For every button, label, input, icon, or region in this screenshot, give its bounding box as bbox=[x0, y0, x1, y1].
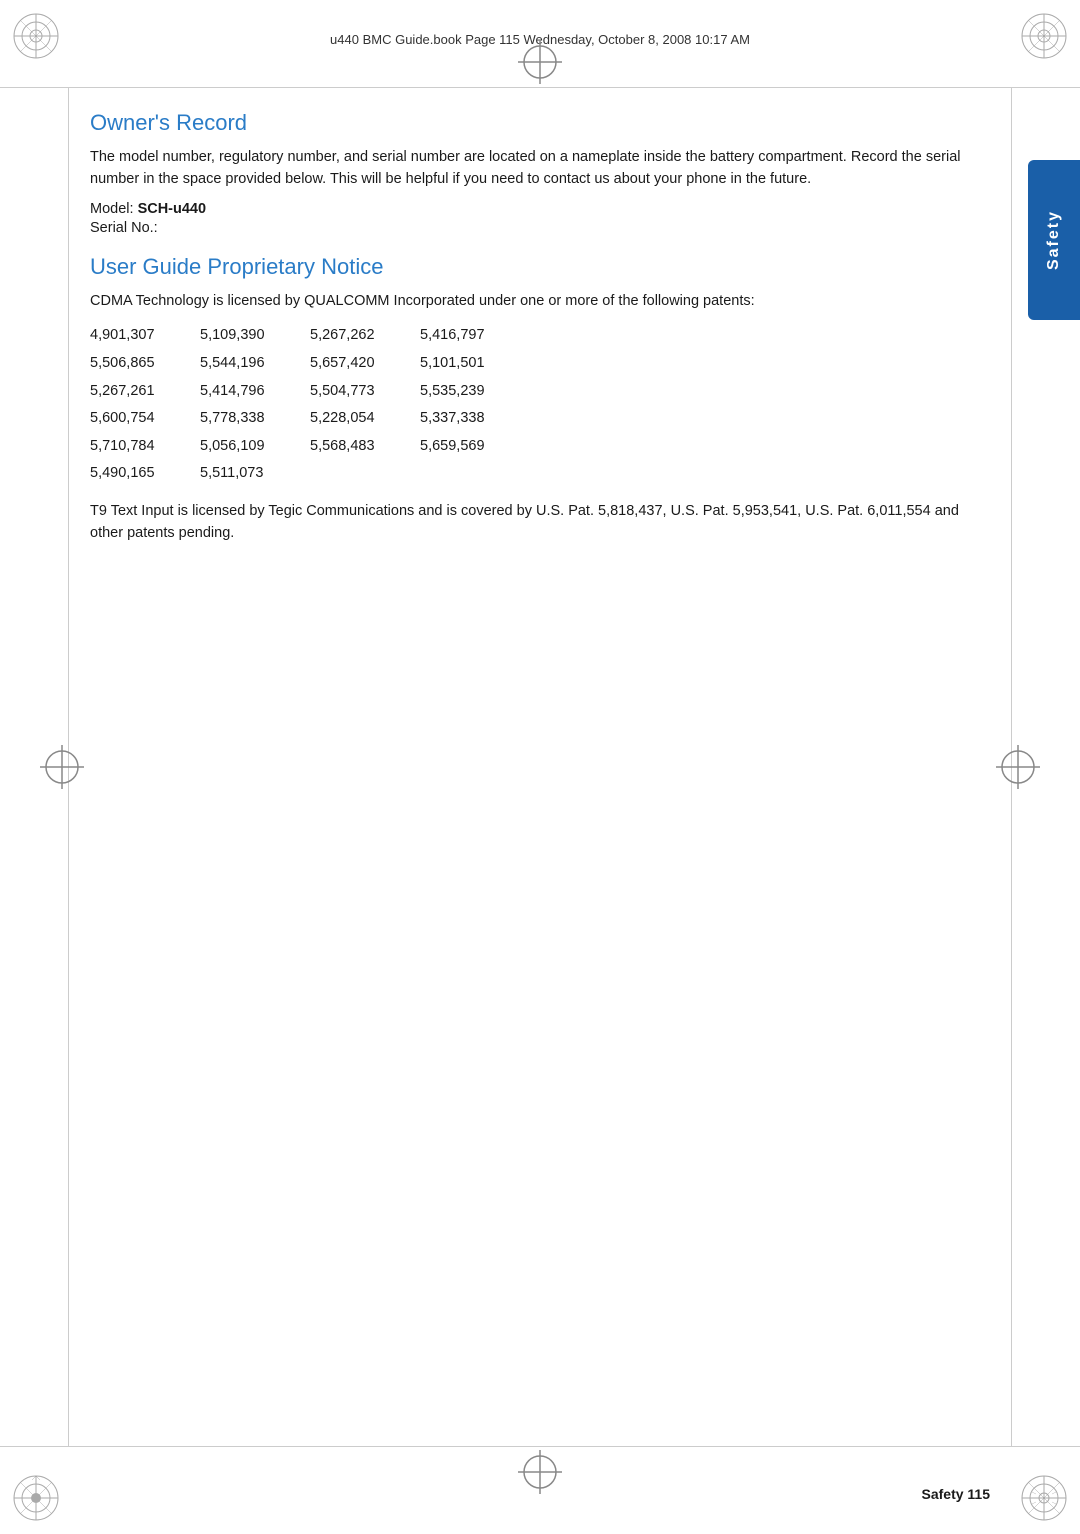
patent-cell: 5,544,196 bbox=[200, 350, 310, 378]
patent-cell: 5,228,054 bbox=[310, 405, 420, 433]
corner-decoration-br bbox=[1018, 1472, 1070, 1524]
patent-row-5: 5,710,784 5,056,109 5,568,483 5,659,569 bbox=[90, 433, 990, 461]
t9-text: T9 Text Input is licensed by Tegic Commu… bbox=[90, 500, 990, 545]
patent-cell: 5,490,165 bbox=[90, 460, 200, 488]
model-line: Model: SCH-u440 bbox=[90, 201, 990, 217]
patent-cell: 5,337,338 bbox=[420, 405, 530, 433]
patent-row-2: 5,506,865 5,544,196 5,657,420 5,101,501 bbox=[90, 350, 990, 378]
user-guide-title: User Guide Proprietary Notice bbox=[90, 254, 990, 280]
main-content: Owner's Record The model number, regulat… bbox=[90, 110, 990, 545]
patent-cell: 5,504,773 bbox=[310, 378, 420, 406]
owners-record-body: The model number, regulatory number, and… bbox=[90, 146, 990, 191]
patent-row-4: 5,600,754 5,778,338 5,228,054 5,337,338 bbox=[90, 405, 990, 433]
patent-cell: 5,511,073 bbox=[200, 460, 310, 488]
serial-line: Serial No.: bbox=[90, 220, 990, 236]
patent-cell: 5,659,569 bbox=[420, 433, 530, 461]
patent-cell: 5,267,261 bbox=[90, 378, 200, 406]
footer-page-label: Safety 115 bbox=[922, 1486, 991, 1502]
corner-decoration-bl bbox=[10, 1472, 62, 1524]
patent-cell: 5,267,262 bbox=[310, 322, 420, 350]
patent-row-3: 5,267,261 5,414,796 5,504,773 5,535,239 bbox=[90, 378, 990, 406]
patent-cell: 4,901,307 bbox=[90, 322, 200, 350]
patent-cell: 5,600,754 bbox=[90, 405, 200, 433]
patent-cell: 5,109,390 bbox=[200, 322, 310, 350]
corner-decoration-tl bbox=[10, 10, 62, 62]
patent-row-6: 5,490,165 5,511,073 bbox=[90, 460, 990, 488]
patent-cell: 5,778,338 bbox=[200, 405, 310, 433]
patent-table: 4,901,307 5,109,390 5,267,262 5,416,797 … bbox=[90, 322, 990, 487]
patent-cell: 5,414,796 bbox=[200, 378, 310, 406]
patent-cell: 5,506,865 bbox=[90, 350, 200, 378]
safety-tab: Safety bbox=[1028, 160, 1080, 320]
patent-cell: 5,657,420 bbox=[310, 350, 420, 378]
owners-record-title: Owner's Record bbox=[90, 110, 990, 136]
corner-decoration-tr bbox=[1018, 10, 1070, 62]
model-prefix: Model: bbox=[90, 201, 138, 217]
safety-tab-label: Safety bbox=[1045, 210, 1063, 270]
crosshair-right bbox=[996, 745, 1040, 789]
user-guide-body: CDMA Technology is licensed by QUALCOMM … bbox=[90, 290, 990, 312]
patent-cell: 5,568,483 bbox=[310, 433, 420, 461]
crosshair-top bbox=[518, 40, 562, 84]
patent-cell: 5,101,501 bbox=[420, 350, 530, 378]
patent-cell: 5,056,109 bbox=[200, 433, 310, 461]
patent-cell: 5,710,784 bbox=[90, 433, 200, 461]
crosshair-bottom bbox=[518, 1450, 562, 1494]
patent-cell: 5,535,239 bbox=[420, 378, 530, 406]
patent-row-1: 4,901,307 5,109,390 5,267,262 5,416,797 bbox=[90, 322, 990, 350]
patent-cell: 5,416,797 bbox=[420, 322, 530, 350]
crosshair-left bbox=[40, 745, 84, 789]
model-value: SCH-u440 bbox=[138, 201, 207, 217]
